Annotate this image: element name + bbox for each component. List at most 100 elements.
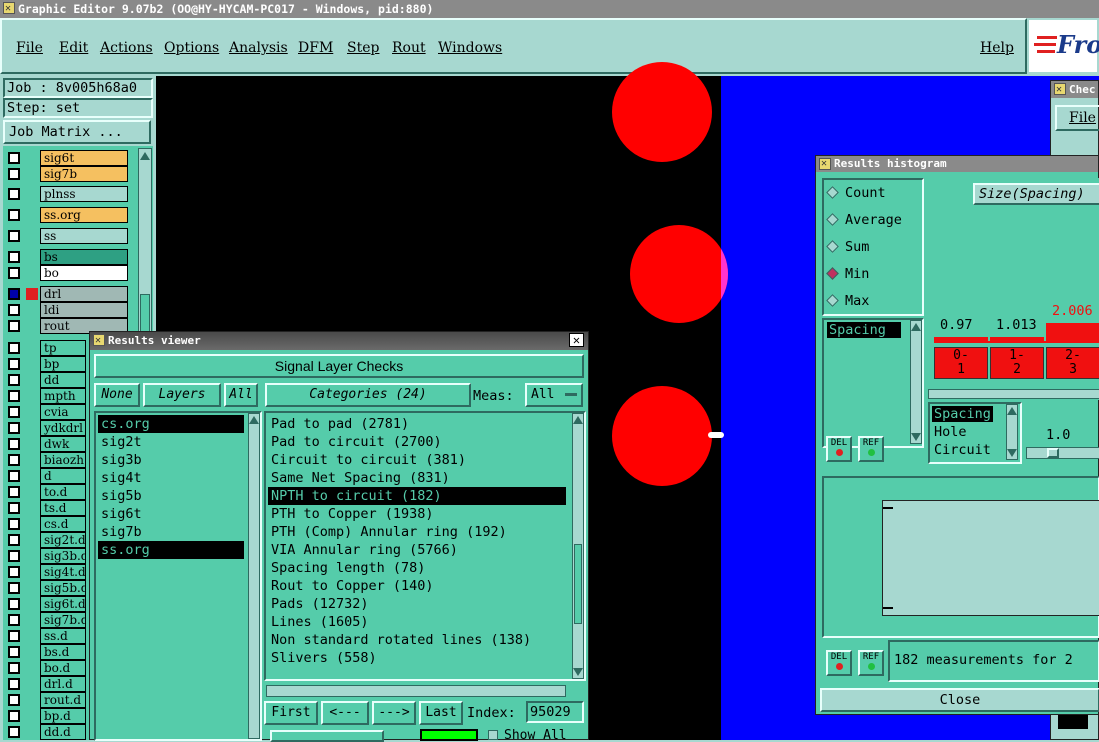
category-hscroll[interactable] (266, 685, 566, 697)
layer-row-sig6t[interactable]: sig6t (6, 150, 128, 166)
show-all-checkbox[interactable] (488, 730, 498, 740)
layer-checkbox[interactable] (8, 518, 20, 530)
layer-checkbox[interactable] (8, 152, 20, 164)
layer-name[interactable]: drl.d (40, 676, 86, 692)
layer-checkbox[interactable] (8, 566, 20, 578)
radio-sum[interactable]: Sum (826, 239, 869, 255)
result-layer-item[interactable]: sig5b (98, 487, 244, 505)
layer-name[interactable]: sig2t.d (40, 532, 86, 548)
layer-checkbox[interactable] (8, 454, 20, 466)
category-listbox[interactable]: Pad to pad (2781) Pad to circuit (2700) Ci… (264, 411, 586, 681)
detail-del-button[interactable]: DEL (826, 650, 852, 676)
layer-row-sig7b[interactable]: sig7b (6, 166, 128, 182)
prev-button[interactable]: <--- (321, 701, 369, 725)
meas-select[interactable]: All (525, 383, 583, 407)
layer-name[interactable]: drl (40, 286, 128, 302)
histogram-bin-button[interactable]: 2- 3 (1046, 347, 1099, 379)
layer-name[interactable]: bp (40, 356, 86, 372)
category-item[interactable]: Lines (1605) (268, 613, 566, 631)
layer-name[interactable]: bs (40, 249, 128, 265)
category-item[interactable]: Circuit to circuit (381) (268, 451, 566, 469)
layer-name[interactable]: cs.d (40, 516, 86, 532)
layer-name[interactable]: biaozh (40, 452, 86, 468)
layer-name[interactable]: ss.org (40, 207, 128, 223)
layer-checkbox[interactable] (8, 374, 20, 386)
layer-name[interactable]: sig5b.d (40, 580, 86, 596)
layer-name[interactable]: sig7b (40, 166, 128, 182)
layer-name[interactable]: ss.d (40, 628, 86, 644)
layer-checkbox[interactable] (8, 438, 20, 450)
category-item[interactable]: Spacing length (78) (268, 559, 566, 577)
layer-name[interactable]: rout.d (40, 692, 86, 708)
layer-name[interactable]: to.d (40, 484, 86, 500)
layer-checkbox[interactable] (8, 251, 20, 263)
layer-name[interactable]: ydkdrl (40, 420, 86, 436)
histogram-bar[interactable] (990, 337, 1044, 343)
categories-button[interactable]: Categories (24) (265, 383, 471, 407)
layer-checkbox[interactable] (8, 678, 20, 690)
result-layer-item[interactable]: sig7b (98, 523, 244, 541)
none-button[interactable]: None (94, 383, 140, 407)
type-item[interactable]: Spacing (932, 406, 993, 422)
layer-name[interactable]: bo.d (40, 660, 86, 676)
pad-3[interactable] (612, 386, 712, 486)
category-item[interactable]: Non standard rotated lines (138) (268, 631, 566, 649)
pad-2[interactable] (630, 225, 728, 323)
menu-file[interactable]: File (16, 40, 43, 56)
category-scrollbar[interactable] (572, 413, 584, 679)
layer-name[interactable]: cvia (40, 404, 86, 420)
layer-checkbox[interactable] (8, 267, 20, 279)
layer-name[interactable]: sig6t (40, 150, 128, 166)
layers-button[interactable]: Layers (143, 383, 221, 407)
category-item[interactable]: Slivers (558) (268, 649, 566, 667)
close-icon[interactable]: ✕ (569, 333, 584, 347)
radio-average[interactable]: Average (826, 212, 902, 228)
metric-listbox[interactable]: Spacing (822, 318, 924, 448)
layer-row-bs[interactable]: bs (6, 249, 128, 265)
histogram-bin-button[interactable]: 1- 2 (990, 347, 1044, 379)
layer-checkbox[interactable] (8, 534, 20, 546)
layer-checkbox[interactable] (8, 168, 20, 180)
layer-checkbox[interactable] (8, 614, 20, 626)
menu-help[interactable]: Help (980, 40, 1014, 56)
category-item[interactable]: PTH to Copper (1938) (268, 505, 566, 523)
job-matrix-button[interactable]: Job Matrix ... (3, 120, 151, 144)
layer-checkbox[interactable] (8, 694, 20, 706)
scroll-thumb[interactable] (140, 294, 150, 334)
layer-name[interactable]: bs.d (40, 644, 86, 660)
type-listbox[interactable]: Spacing Hole Circuit (928, 402, 1022, 464)
category-item[interactable]: Same Net Spacing (831) (268, 469, 566, 487)
size-label-button[interactable]: Size(Spacing) (973, 183, 1099, 205)
layer-checkbox[interactable] (8, 188, 20, 200)
last-button[interactable]: Last (419, 701, 463, 725)
histogram-hscroll[interactable] (928, 389, 1099, 399)
detail-ref-button[interactable]: REF (858, 650, 884, 676)
layer-checkbox[interactable] (8, 502, 20, 514)
layer-checkbox[interactable] (8, 390, 20, 402)
category-item[interactable]: VIA Annular ring (5766) (268, 541, 566, 559)
category-item[interactable]: Pad to circuit (2700) (268, 433, 566, 451)
action-button[interactable] (270, 730, 384, 742)
category-item[interactable]: Pad to pad (2781) (268, 415, 566, 433)
layer-checkbox[interactable] (8, 662, 20, 674)
histogram-bin-button[interactable]: 0- 1 (934, 347, 988, 379)
histogram-bar[interactable] (1046, 323, 1099, 343)
menu-dfm[interactable]: DFM (298, 40, 333, 56)
layer-checkbox[interactable] (8, 342, 20, 354)
result-layer-item[interactable]: sig6t (98, 505, 244, 523)
checks-nav-button[interactable] (1058, 715, 1088, 729)
first-button[interactable]: First (264, 701, 318, 725)
layer-name[interactable]: sig3b.d (40, 548, 86, 564)
category-item[interactable]: NPTH to circuit (182) (268, 487, 566, 505)
layer-row-bo[interactable]: bo (6, 265, 128, 281)
category-item[interactable]: Rout to Copper (140) (268, 577, 566, 595)
menu-options[interactable]: Options (164, 40, 219, 56)
metric-ref-button[interactable]: REF (858, 436, 884, 462)
result-layer-item[interactable]: cs.org (98, 415, 244, 433)
layer-name[interactable]: ldi (40, 302, 128, 318)
layer-name[interactable]: d (40, 468, 86, 484)
layer-name[interactable]: dd.d (40, 724, 86, 740)
layer-checkbox[interactable] (8, 598, 20, 610)
layer-name[interactable]: mpth (40, 388, 86, 404)
layer-checkbox[interactable] (8, 358, 20, 370)
